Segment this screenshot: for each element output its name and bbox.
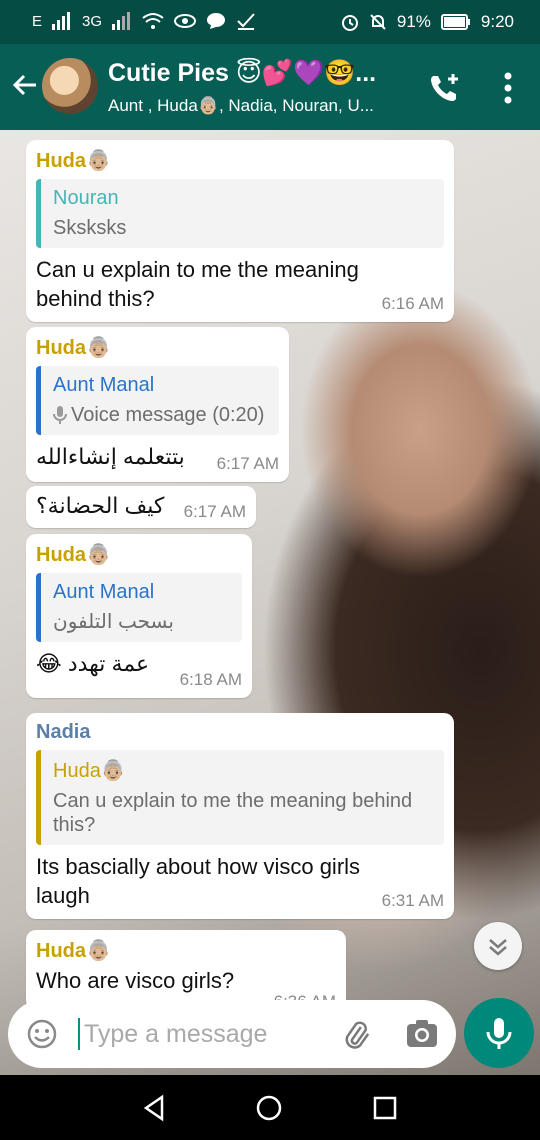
voice-message-label: Voice message (0:20) <box>71 404 265 426</box>
battery-percent: 91% <box>396 12 431 31</box>
text-cursor <box>78 1018 80 1050</box>
message-time: 6:16 AM <box>381 294 444 313</box>
quoted-sender: Nouran <box>53 187 119 209</box>
message-bubble[interactable]: Huda👵🏼 Who are visco girls? 6:36 AM <box>26 930 346 1011</box>
message-bubble[interactable]: Huda👵🏼 Aunt Manal بسحب التلفون عمة تهدد … <box>26 534 252 698</box>
paperclip-icon[interactable] <box>338 1016 374 1052</box>
message-input[interactable] <box>84 1000 334 1068</box>
quoted-sender: Aunt Manal <box>53 374 155 396</box>
add-call-icon[interactable] <box>426 70 462 106</box>
home-circle-icon[interactable] <box>254 1093 284 1123</box>
quoted-sender: Huda👵🏼 <box>53 760 126 782</box>
message-text: كيف الحضانة؟ <box>36 493 165 518</box>
microphone-icon <box>486 1018 512 1049</box>
camera-icon[interactable] <box>404 1016 440 1052</box>
mute-bell-icon <box>370 14 386 30</box>
quoted-text: Can u explain to me the meaning behind t… <box>53 790 413 836</box>
quoted-text: Sksksks <box>53 217 127 239</box>
message-text: Its bascially about how visco girls laug… <box>36 854 361 908</box>
emoji-icon[interactable] <box>26 1018 58 1050</box>
quoted-sender: Aunt Manal <box>53 581 155 603</box>
battery-icon <box>440 14 470 30</box>
network-type-2: 3G <box>82 12 103 30</box>
network-type: E <box>32 12 43 30</box>
message-sender: Huda👵🏼 <box>36 544 111 566</box>
back-triangle-icon[interactable] <box>140 1093 170 1123</box>
quoted-message[interactable]: Huda👵🏼 Can u explain to me the meaning b… <box>36 750 444 845</box>
message-time: 6:31 AM <box>381 891 444 910</box>
recents-square-icon[interactable] <box>370 1093 400 1123</box>
status-left: E 3G <box>32 12 256 30</box>
quoted-message[interactable]: Nouran Sksksks <box>36 179 444 248</box>
group-members[interactable]: Aunt , Huda👵🏼, Nadia, Nouran, U... <box>108 96 408 116</box>
message-bubble[interactable]: Huda👵🏼 Nouran Sksksks Can u explain to m… <box>26 140 454 322</box>
message-sender: Huda👵🏼 <box>36 940 111 962</box>
arrow-left-icon[interactable] <box>10 70 40 100</box>
alarm-icon <box>341 15 358 31</box>
message-bubble[interactable]: كيف الحضانة؟ 6:17 AM <box>26 486 256 528</box>
message-time: 6:18 AM <box>179 670 242 689</box>
system-navigation-bar <box>0 1075 540 1140</box>
message-bubble[interactable]: Nadia Huda👵🏼 Can u explain to me the mea… <box>26 713 454 919</box>
message-text: عمة تهدد 😂 <box>36 651 150 676</box>
message-time: 6:17 AM <box>216 454 279 473</box>
group-avatar[interactable] <box>42 58 98 114</box>
message-sender: Huda👵🏼 <box>36 150 111 172</box>
quoted-text: بسحب التلفون <box>53 611 174 633</box>
message-sender: Huda👵🏼 <box>36 337 111 359</box>
chat-area[interactable]: Huda👵🏼 Nouran Sksksks Can u explain to m… <box>0 130 540 1075</box>
message-text: بتتعلمه إنشاءالله <box>36 444 185 469</box>
microphone-icon <box>53 406 67 424</box>
message-sender: Nadia <box>36 721 91 743</box>
voice-record-button[interactable] <box>464 998 534 1068</box>
double-chevron-down-icon <box>489 939 507 956</box>
message-composer <box>8 1000 456 1068</box>
scroll-to-bottom-button[interactable] <box>474 922 522 970</box>
group-title[interactable]: Cutie Pies 😇💕💜🤓... <box>108 58 376 88</box>
check-icon <box>237 13 255 30</box>
message-bubble[interactable]: Huda👵🏼 Aunt Manal Voice message (0:20) ب… <box>26 327 289 482</box>
status-bar: E 3G 91% 9:20 <box>0 0 540 44</box>
chat-header: Cutie Pies 😇💕💜🤓... Aunt , Huda👵🏼, Nadia,… <box>0 44 540 130</box>
signal-icon <box>52 12 71 30</box>
clock: 9:20 <box>480 12 514 31</box>
wifi-icon <box>142 13 164 29</box>
quoted-text: Voice message (0:20) <box>53 403 267 427</box>
status-right: 91% 9:20 <box>341 12 514 32</box>
more-vertical-icon[interactable] <box>496 68 520 108</box>
message-text: Can u explain to me the meaning behind t… <box>36 257 359 311</box>
quoted-message[interactable]: Aunt Manal بسحب التلفون <box>36 573 242 642</box>
signal-icon-2 <box>112 12 131 30</box>
chat-notification-icon <box>207 13 226 29</box>
quoted-message[interactable]: Aunt Manal Voice message (0:20) <box>36 366 279 435</box>
message-time: 6:17 AM <box>183 502 246 521</box>
eye-icon <box>174 14 197 28</box>
